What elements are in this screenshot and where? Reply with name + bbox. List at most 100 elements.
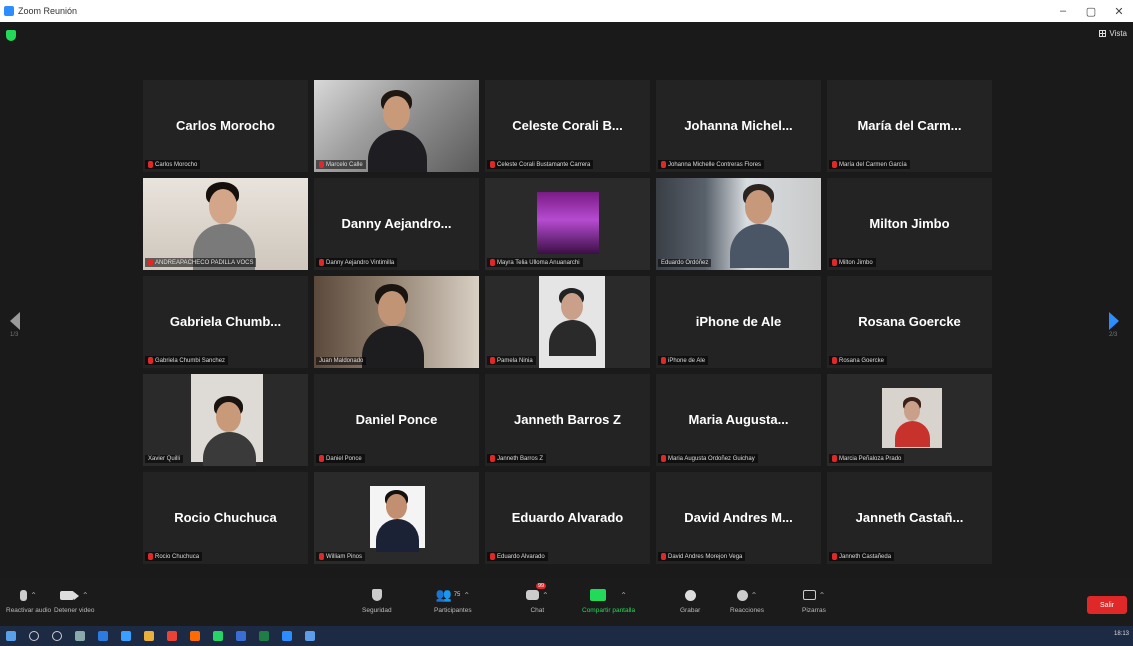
clock: 18:13: [1113, 631, 1129, 637]
participant-tile[interactable]: Pamela Ninia: [485, 276, 650, 368]
microphone-muted-icon: [490, 455, 495, 462]
participant-name: Johanna Michelle Contreras Flores: [668, 161, 762, 168]
reactions-label: Reacciones: [730, 607, 764, 614]
zoom-app-icon: [4, 6, 14, 16]
participant-tile[interactable]: Juan Maldonado: [314, 276, 479, 368]
microphone-muted-icon: [490, 259, 495, 266]
share-screen-button[interactable]: ⌃ Compartir pantalla: [582, 586, 635, 614]
file-explorer-icon[interactable]: [144, 631, 154, 641]
participant-display-name: María del Carm...: [857, 118, 962, 133]
chevron-up-icon[interactable]: ⌃: [542, 591, 549, 600]
participant-tile[interactable]: Janneth Castañ... Janneth Castañeda: [827, 472, 992, 564]
firefox-icon[interactable]: [190, 631, 200, 641]
record-button[interactable]: Grabar: [680, 586, 700, 614]
participant-tile[interactable]: David Andres M... David Andres Morejon Ve…: [656, 472, 821, 564]
close-button[interactable]: ✕: [1105, 0, 1133, 22]
participant-tile[interactable]: iPhone de Ale iPhone de Ale: [656, 276, 821, 368]
chevron-up-icon[interactable]: ⌃: [463, 591, 470, 600]
microphone-muted-icon: [319, 161, 324, 168]
taskbar-app-icon[interactable]: [305, 631, 315, 641]
participant-video-figure: [728, 182, 791, 269]
participant-tile[interactable]: Gabriela Chumb... Gabriela Chumbi Sanchez: [143, 276, 308, 368]
chevron-up-icon[interactable]: ⌃: [82, 591, 89, 600]
chevron-up-icon[interactable]: ⌃: [751, 591, 758, 600]
grid-view-icon: [1099, 30, 1107, 37]
edge-icon[interactable]: [121, 631, 131, 641]
participant-name-label: ANDREAPACHECO PADILLA VOCS: [145, 258, 257, 267]
participant-tile[interactable]: Eduardo Alvarado Eduardo Alvarado: [485, 472, 650, 564]
participant-display-name: Celeste Corali B...: [512, 118, 623, 133]
cortana-icon[interactable]: [52, 631, 62, 641]
participant-name-label: Mayra Telia Ulloma Anuanarchi: [487, 258, 583, 267]
participant-display-name: Carlos Morocho: [176, 118, 275, 133]
maximize-button[interactable]: ▢: [1077, 0, 1105, 22]
minimize-button[interactable]: –: [1049, 0, 1077, 22]
participant-tile[interactable]: Marcelo Calle: [314, 80, 479, 172]
whiteboard-label: Pizarras: [802, 607, 826, 614]
previous-page-button[interactable]: 1/3: [10, 312, 22, 338]
search-icon[interactable]: [29, 631, 39, 641]
participant-display-name: Janneth Barros Z: [514, 412, 621, 427]
participant-tile[interactable]: Xavier Quilli: [143, 374, 308, 466]
microphone-muted-icon: [319, 553, 324, 560]
participant-name: iPhone de Ale: [668, 357, 706, 364]
participant-tile[interactable]: Eduardo Ordóñez: [656, 178, 821, 270]
participant-tile[interactable]: Celeste Corali B... Celeste Corali Bustam…: [485, 80, 650, 172]
participant-tile[interactable]: María del Carm... María del Carmen García: [827, 80, 992, 172]
next-page-button[interactable]: 2/3: [1109, 312, 1121, 338]
participant-tile[interactable]: ANDREAPACHECO PADILLA VOCS: [143, 178, 308, 270]
microphone-muted-icon: [148, 161, 153, 168]
participant-tile[interactable]: Mayra Telia Ulloma Anuanarchi: [485, 178, 650, 270]
zoom-taskbar-icon[interactable]: [282, 631, 292, 641]
reactions-button[interactable]: ⌃ Reacciones: [730, 586, 764, 614]
view-button[interactable]: Vista: [1099, 29, 1127, 38]
participant-name: Maria Augusta Ordoñez Guichay: [668, 455, 755, 462]
meeting-area: Vista 1/3 2/3 Carlos Morocho Carlos Moroc…: [0, 22, 1133, 578]
chevron-up-icon[interactable]: ⌃: [620, 591, 627, 600]
microphone-muted-icon: [20, 589, 28, 601]
participant-video-figure: [366, 88, 429, 172]
participant-tile[interactable]: William Pinos: [314, 472, 479, 564]
participant-tile[interactable]: Carlos Morocho Carlos Morocho: [143, 80, 308, 172]
microphone-muted-icon: [832, 259, 837, 266]
whiteboard-button[interactable]: ⌃ Pizarras: [802, 586, 826, 614]
participant-video-figure: [201, 394, 258, 466]
taskbar-app-icon[interactable]: [98, 631, 108, 641]
whiteboard-icon: [802, 590, 816, 600]
security-button[interactable]: Seguridad: [362, 586, 392, 614]
participants-button[interactable]: 👥 75 ⌃ Participantes: [434, 586, 472, 614]
unmute-button[interactable]: ⌃ Reactivar audio: [6, 586, 51, 614]
participant-name: Pamela Ninia: [497, 357, 533, 364]
title-bar: Zoom Reunión – ▢ ✕: [0, 0, 1133, 22]
participant-tile[interactable]: Maria Augusta... Maria Augusta Ordoñez Gu…: [656, 374, 821, 466]
microphone-muted-icon: [490, 553, 495, 560]
leave-button[interactable]: Salir: [1087, 596, 1127, 614]
chat-button[interactable]: 99 ⌃ Chat: [526, 583, 549, 614]
chat-label: Chat: [530, 607, 545, 614]
chevron-up-icon[interactable]: ⌃: [819, 591, 826, 600]
arrow-left-icon: [10, 312, 20, 330]
participant-name-label: Milton Jimbo: [829, 258, 876, 267]
participant-name-label: David Andres Morejon Vega: [658, 552, 746, 561]
participant-tile[interactable]: Daniel Ponce Daniel Ponce: [314, 374, 479, 466]
task-view-icon[interactable]: [75, 631, 85, 641]
word-icon[interactable]: [236, 631, 246, 641]
participant-tile[interactable]: Rocio Chuchuca Rocio Chuchuca: [143, 472, 308, 564]
participant-tile[interactable]: Marcia Peñaloza Prado: [827, 374, 992, 466]
whatsapp-icon[interactable]: [213, 631, 223, 641]
participant-tile[interactable]: Janneth Barros Z Janneth Barros Z: [485, 374, 650, 466]
participant-tile[interactable]: Danny Aejandro... Danny Aejandro Vintimil…: [314, 178, 479, 270]
windows-start-icon[interactable]: [6, 631, 16, 641]
excel-icon[interactable]: [259, 631, 269, 641]
chrome-icon[interactable]: [167, 631, 177, 641]
participant-name: Rosana Goercke: [839, 357, 885, 364]
microphone-muted-icon: [490, 161, 495, 168]
encryption-shield-icon[interactable]: [6, 30, 16, 41]
participant-tile[interactable]: Rosana Goercke Rosana Goercke: [827, 276, 992, 368]
microphone-muted-icon: [661, 357, 666, 364]
chevron-up-icon[interactable]: ⌃: [30, 591, 37, 600]
participant-tile[interactable]: Johanna Michel... Johanna Michelle Contre…: [656, 80, 821, 172]
participant-name: Celeste Corali Bustamante Carrera: [497, 161, 591, 168]
participant-tile[interactable]: Milton Jimbo Milton Jimbo: [827, 178, 992, 270]
stop-video-button[interactable]: ⌃ Detener video: [54, 586, 94, 614]
